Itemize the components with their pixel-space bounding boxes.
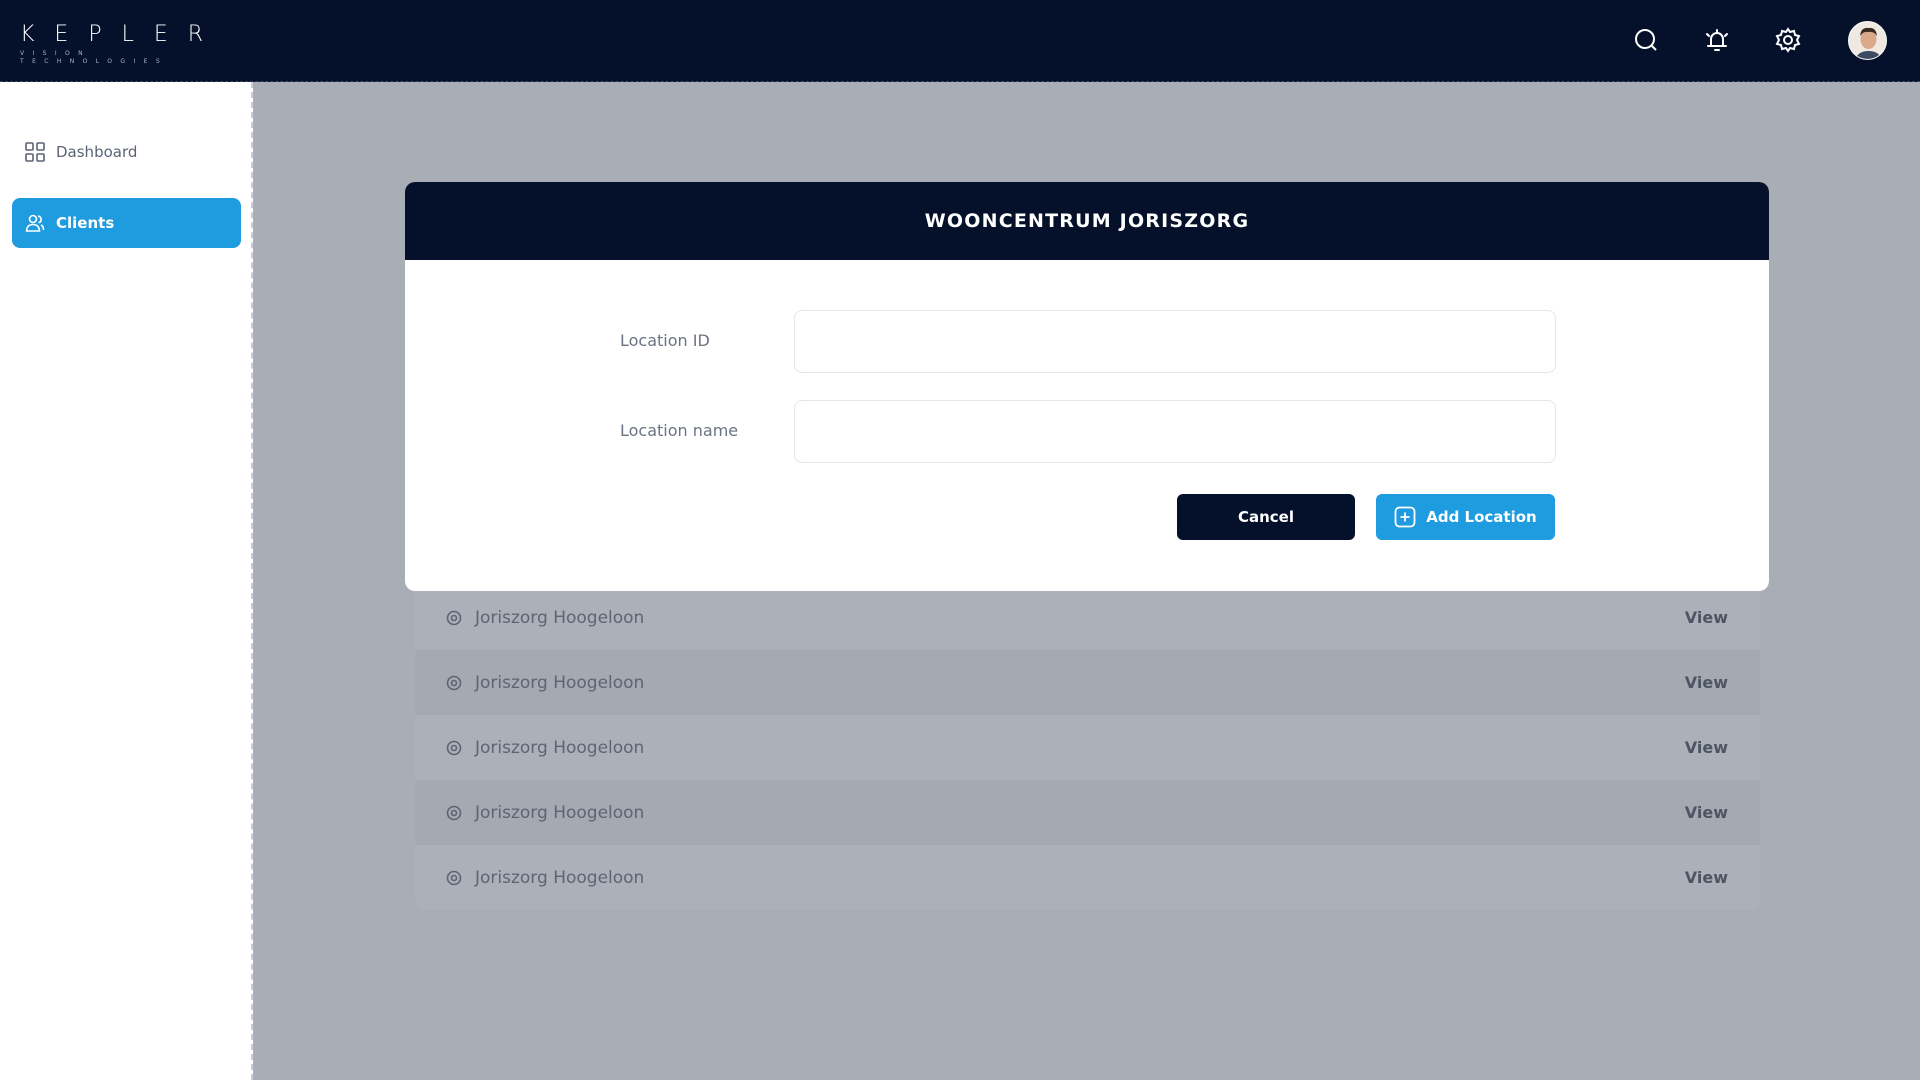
sidebar: Dashboard Clients xyxy=(0,82,253,1080)
location-name-label: Location name xyxy=(620,421,739,440)
plus-square-icon xyxy=(1394,506,1416,528)
location-pin-icon xyxy=(445,869,463,887)
users-icon xyxy=(24,212,46,234)
cancel-button-label: Cancel xyxy=(1237,508,1294,526)
location-name: Joriszorg Hoogeloon xyxy=(475,737,645,758)
cancel-button[interactable]: Cancel xyxy=(1177,494,1355,540)
view-link[interactable]: View xyxy=(1685,608,1728,627)
location-pin-icon xyxy=(445,674,463,692)
search-icon[interactable] xyxy=(1628,22,1664,58)
view-link[interactable]: View xyxy=(1685,738,1728,757)
location-name-input[interactable] xyxy=(794,400,1556,463)
view-link[interactable]: View xyxy=(1685,803,1728,822)
list-item[interactable]: Joriszorg Hoogeloon View xyxy=(415,715,1760,780)
sidebar-item-dashboard[interactable]: Dashboard xyxy=(12,127,241,177)
location-name: Joriszorg Hoogeloon xyxy=(475,607,645,628)
modal-title: WOONCENTRUM JORISZORG xyxy=(405,182,1769,260)
top-bar: KEPLER VISION TECHNOLOGIES xyxy=(0,0,1920,82)
sidebar-item-label: Dashboard xyxy=(56,143,138,161)
view-link[interactable]: View xyxy=(1685,868,1728,887)
logo-subtitle: VISION TECHNOLOGIES xyxy=(20,50,169,65)
location-id-input[interactable] xyxy=(794,310,1556,373)
location-id-label: Location ID xyxy=(620,331,710,350)
sidebar-item-clients[interactable]: Clients xyxy=(12,198,241,248)
gear-icon[interactable] xyxy=(1770,22,1806,58)
location-pin-icon xyxy=(445,609,463,627)
grid-icon xyxy=(24,141,46,163)
list-item[interactable]: Joriszorg Hoogeloon View xyxy=(415,780,1760,845)
add-location-modal: WOONCENTRUM JORISZORG Location ID Locati… xyxy=(405,182,1769,591)
list-item[interactable]: Joriszorg Hoogeloon View xyxy=(415,650,1760,715)
avatar[interactable] xyxy=(1848,21,1887,60)
kepler-logo[interactable]: KEPLER VISION TECHNOLOGIES xyxy=(20,22,240,66)
location-list: Joriszorg Hoogeloon View Joriszorg Hooge… xyxy=(415,585,1760,910)
location-name: Joriszorg Hoogeloon xyxy=(475,867,645,888)
add-location-label: Add Location xyxy=(1426,508,1537,526)
location-name: Joriszorg Hoogeloon xyxy=(475,672,645,693)
list-item[interactable]: Joriszorg Hoogeloon View xyxy=(415,585,1760,650)
bell-icon[interactable] xyxy=(1699,22,1735,58)
location-pin-icon xyxy=(445,804,463,822)
sidebar-item-label: Clients xyxy=(56,214,115,232)
add-location-button[interactable]: Add Location xyxy=(1376,494,1555,540)
logo-text: KEPLER xyxy=(20,22,224,47)
location-name: Joriszorg Hoogeloon xyxy=(475,802,645,823)
location-pin-icon xyxy=(445,739,463,757)
view-link[interactable]: View xyxy=(1685,673,1728,692)
list-item[interactable]: Joriszorg Hoogeloon View xyxy=(415,845,1760,910)
